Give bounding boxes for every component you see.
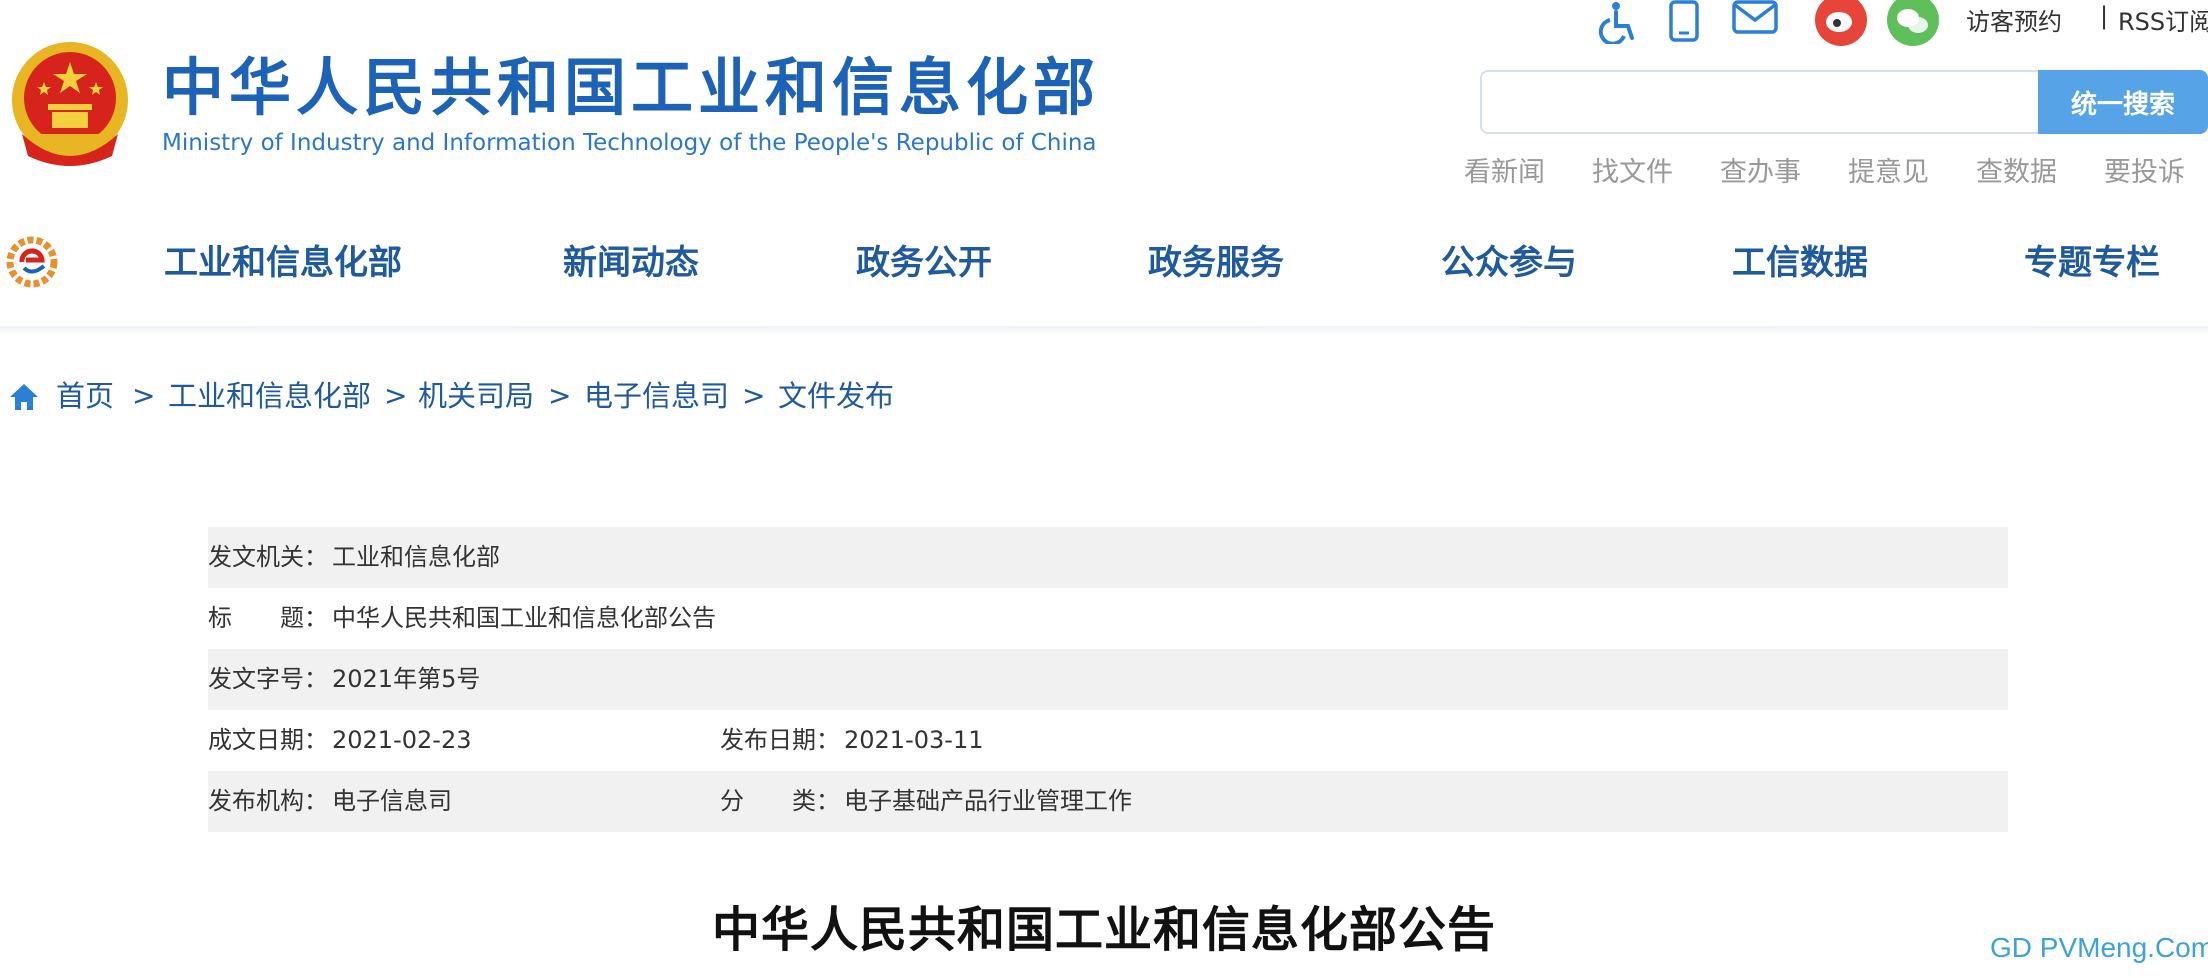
search-input[interactable]: [1482, 72, 2040, 132]
visitor-appointment-link[interactable]: 访客预约: [1966, 2, 2062, 37]
nav-divider: [0, 326, 2208, 336]
nav-miit[interactable]: 工业和信息化部: [164, 240, 402, 286]
site-title: 中华人民共和国工业和信息化部: [162, 51, 1101, 124]
info-row-issuer: 发文机关： 工业和信息化部: [208, 527, 2008, 588]
breadcrumb-departments[interactable]: 机关司局: [418, 378, 534, 414]
breadcrumb-separator: >: [742, 379, 766, 412]
breadcrumb-documents[interactable]: 文件发布: [778, 378, 894, 414]
search-field[interactable]: [1480, 70, 2040, 134]
info-row-doc-number: 发文字号： 2021年第5号: [208, 649, 2008, 710]
category-value: 电子基础产品行业管理工作: [844, 787, 1132, 815]
wechat-icon[interactable]: [1886, 0, 1940, 50]
home-icon[interactable]: [8, 382, 40, 412]
mail-icon[interactable]: [1732, 0, 1778, 40]
weibo-icon[interactable]: [1814, 0, 1868, 50]
nav-news[interactable]: 新闻动态: [563, 240, 699, 286]
category-label: 分 类：: [720, 787, 840, 815]
nav-gov-affairs-open[interactable]: 政务公开: [856, 240, 992, 286]
org-label: 发布机构：: [208, 787, 328, 815]
header-separator: |: [2100, 2, 2109, 30]
info-row-dates: 成文日期： 2021-02-23 发布日期： 2021-03-11: [208, 710, 2008, 771]
breadcrumb-separator: >: [548, 379, 572, 412]
doc-number-value: 2021年第5号: [332, 665, 481, 693]
quick-link-news[interactable]: 看新闻: [1464, 150, 1545, 189]
doc-number-label: 发文字号：: [208, 665, 328, 693]
breadcrumb-separator: >: [384, 379, 408, 412]
org-value: 电子信息司: [332, 787, 452, 815]
written-date-value: 2021-02-23: [332, 726, 472, 754]
site-subtitle: Ministry of Industry and Information Tec…: [162, 130, 1097, 156]
breadcrumb-miit[interactable]: 工业和信息化部: [168, 378, 371, 414]
rss-link[interactable]: RSS订阅: [2118, 2, 2208, 37]
info-row-title: 标 题： 中华人民共和国工业和信息化部公告: [208, 588, 2008, 649]
quick-link-feedback[interactable]: 提意见: [1848, 150, 1929, 189]
national-emblem: [8, 38, 132, 168]
watermark: GD PVMeng.Com: [1990, 932, 2208, 963]
quick-link-complaint[interactable]: 要投诉: [2104, 150, 2185, 189]
title-label: 标 题：: [208, 604, 328, 632]
info-row-org-category: 发布机构： 电子信息司 分 类： 电子基础产品行业管理工作: [208, 771, 2008, 832]
quick-link-data[interactable]: 查数据: [1976, 150, 2057, 189]
breadcrumb-separator: >: [132, 379, 156, 412]
written-date-label: 成文日期：: [208, 726, 328, 754]
nav-gov-services[interactable]: 政务服务: [1148, 240, 1284, 286]
issuer-label: 发文机关：: [208, 543, 328, 571]
quick-link-files[interactable]: 找文件: [1592, 150, 1673, 189]
breadcrumb-electronics-dept[interactable]: 电子信息司: [584, 378, 729, 414]
quick-link-services[interactable]: 查办事: [1720, 150, 1801, 189]
search-button[interactable]: 统一搜索: [2038, 70, 2208, 134]
nav-special-topics[interactable]: 专题专栏: [2024, 240, 2160, 286]
document-heading: 中华人民共和国工业和信息化部公告: [711, 902, 1496, 958]
issuer-value: 工业和信息化部: [332, 543, 500, 571]
breadcrumb-home[interactable]: 首页: [56, 378, 114, 414]
ministry-logo-icon[interactable]: [2, 236, 62, 288]
mobile-icon[interactable]: [1668, 0, 1700, 46]
accessibility-icon[interactable]: [1594, 0, 1636, 48]
nav-public-participation[interactable]: 公众参与: [1441, 240, 1577, 286]
publish-date-value: 2021-03-11: [844, 726, 984, 754]
publish-date-label: 发布日期：: [720, 726, 840, 754]
title-value: 中华人民共和国工业和信息化部公告: [332, 604, 716, 632]
nav-data[interactable]: 工信数据: [1732, 240, 1868, 286]
